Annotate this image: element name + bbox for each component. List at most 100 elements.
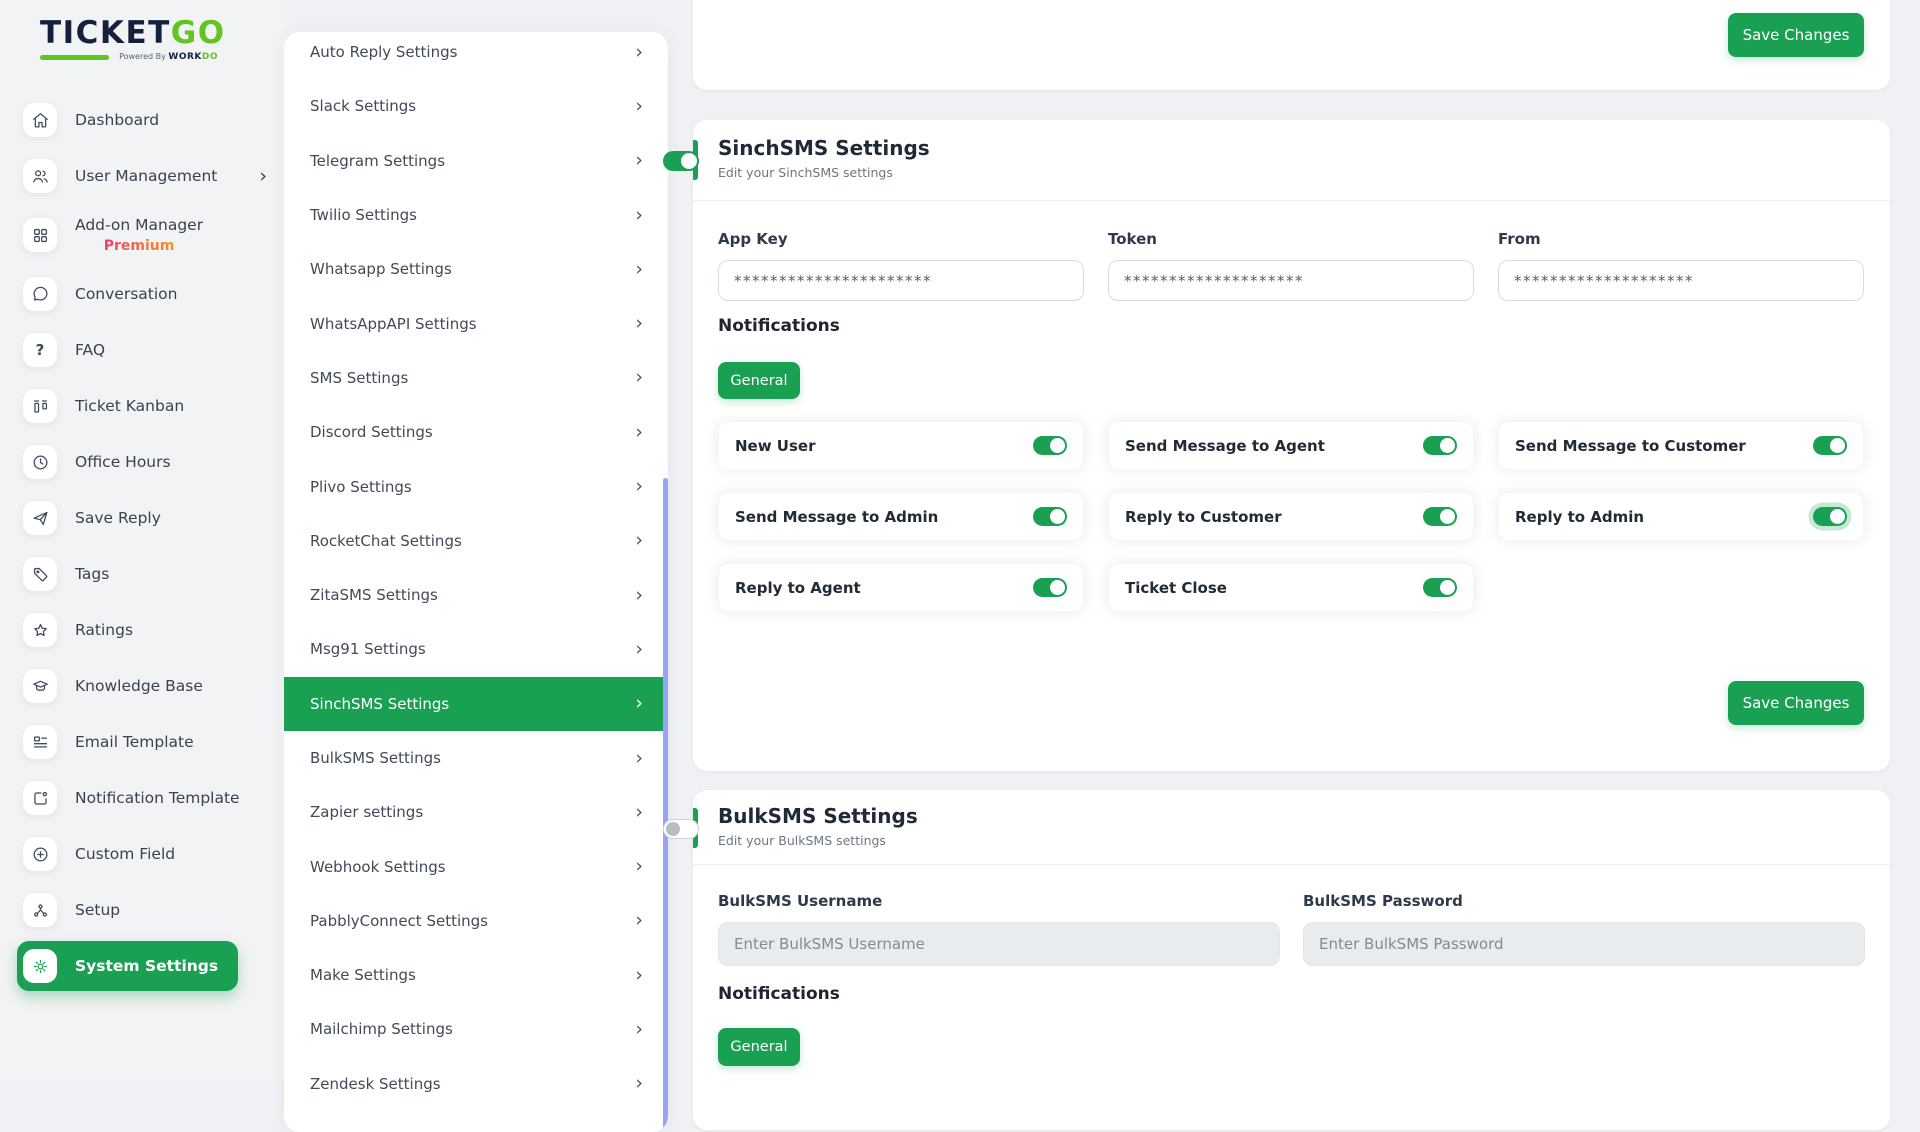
sidebar-item-addon-manager[interactable]: Add-on Manager Premium [0,204,284,266]
sinchsms-settings-card: SinchSMS Settings Edit your SinchSMS set… [693,120,1890,771]
sidebar-nav: Dashboard User Management › Add-on Manag… [0,92,284,994]
toggle-knob [1830,438,1845,453]
premium-badge: Premium [104,238,175,254]
settings-nav-label: Plivo Settings [310,478,412,496]
bulksms-settings-card: BulkSMS Settings Edit your BulkSMS setti… [693,790,1890,1130]
chat-bubble-icon [23,277,57,311]
gear-icon [23,949,57,983]
app-key-input[interactable] [718,260,1084,301]
toggle-label: Reply to Customer [1125,508,1282,526]
sidebar-item-ratings[interactable]: Ratings [0,602,284,658]
sidebar-item-knowledge-base[interactable]: Knowledge Base [0,658,284,714]
hub-icon [23,893,57,927]
save-changes-button[interactable]: Save Changes [1728,681,1864,725]
send-message-to-customer-toggle[interactable] [1813,436,1847,455]
sidebar-item-notification-template[interactable]: Notification Template [0,770,284,826]
settings-nav-panel: Auto Reply Settings› Slack Settings› Tel… [284,32,668,1132]
settings-nav-item-mailchimp[interactable]: Mailchimp Settings› [284,1002,668,1056]
reply-to-admin-toggle[interactable] [1813,507,1847,526]
sidebar-item-label: Email Template [75,733,194,751]
settings-nav-item-whatsappapi[interactable]: WhatsAppAPI Settings› [284,296,668,350]
sidebar-item-ticket-kanban[interactable]: Ticket Kanban [0,378,284,434]
sidebar-item-user-management[interactable]: User Management › [0,148,284,204]
chevron-right-icon: › [635,423,643,442]
sidebar-item-office-hours[interactable]: Office Hours [0,434,284,490]
sidebar-item-conversation[interactable]: Conversation [0,266,284,322]
sidebar-item-faq[interactable]: ? FAQ [0,322,284,378]
toggle-row-reply-to-admin: Reply to Admin [1498,492,1864,541]
settings-nav-item-webhook[interactable]: Webhook Settings› [284,839,668,893]
settings-nav-item-msg91[interactable]: Msg91 Settings › [284,622,668,676]
settings-nav-label: Make Settings [310,966,416,984]
sidebar-item-dashboard[interactable]: Dashboard [0,92,284,148]
card-title: SinchSMS Settings [718,136,930,160]
settings-nav-item-twilio[interactable]: Twilio Settings› [284,188,668,242]
app-logo[interactable]: TICKETGO Powered By WORKDO [0,0,284,92]
save-changes-button[interactable]: Save Changes [1728,13,1864,57]
ticket-close-toggle[interactable] [1423,578,1457,597]
settings-nav-item-zendesk[interactable]: Zendesk Settings› [284,1057,668,1111]
settings-nav-item-zitasms[interactable]: ZitaSMS Settings› [284,568,668,622]
settings-nav-item-whatsapp[interactable]: Whatsapp Settings› [284,242,668,296]
new-user-toggle[interactable] [1033,436,1067,455]
settings-nav-label: Twilio Settings [310,206,417,224]
settings-nav-label: SinchSMS Settings [310,695,449,713]
sinchsms-enabled-toggle[interactable] [663,151,699,171]
reply-to-agent-toggle[interactable] [1033,578,1067,597]
sidebar-item-custom-field[interactable]: Custom Field [0,826,284,882]
settings-nav-scrollbar[interactable] [663,478,668,1132]
general-tab-button[interactable]: General [718,362,800,399]
settings-nav-item-telegram[interactable]: Telegram Settings› [284,134,668,188]
chevron-right-icon: › [635,749,643,768]
settings-nav-item-sinchsms[interactable]: SinchSMS Settings› [284,677,668,731]
settings-nav-item-slack[interactable]: Slack Settings› [284,79,668,133]
bulksms-enabled-toggle[interactable] [663,819,699,839]
kanban-icon [23,389,57,423]
toggle-knob [1440,580,1455,595]
sidebar-item-label: Ratings [75,621,133,639]
bulksms-password-input[interactable] [1303,922,1865,966]
settings-nav-item-rocketchat[interactable]: RocketChat Settings› [284,514,668,568]
notification-toggles: New User Send Message to Agent Send Mess… [718,421,1864,612]
toggle-label: New User [735,437,816,455]
send-message-to-admin-toggle[interactable] [1033,507,1067,526]
toggle-knob [1050,580,1065,595]
settings-nav-item-zapier[interactable]: Zapier settings› [284,785,668,839]
sidebar-item-label: Dashboard [75,111,159,129]
send-message-to-agent-toggle[interactable] [1423,436,1457,455]
general-tab-button[interactable]: General [718,1028,800,1066]
settings-nav-item-bulksms[interactable]: BulkSMS Settings› [284,731,668,785]
settings-nav-item-sms[interactable]: SMS Settings› [284,351,668,405]
reply-to-customer-toggle[interactable] [1423,507,1457,526]
settings-nav-item-pabblyconnect[interactable]: PabblyConnect Settings› [284,894,668,948]
chevron-right-icon: › [635,314,643,333]
toggle-row-ticket-close: Ticket Close [1108,563,1474,612]
from-input[interactable] [1498,260,1864,301]
toggle-row-send-message-to-admin: Send Message to Admin [718,492,1084,541]
sidebar-item-save-reply[interactable]: Save Reply [0,490,284,546]
settings-nav-label: Msg91 Settings [310,640,426,658]
settings-nav-label: SMS Settings [310,369,408,387]
sidebar-item-tags[interactable]: Tags [0,546,284,602]
field-token: Token [1108,230,1474,301]
sidebar-item-label: Knowledge Base [75,677,203,695]
settings-nav-item-plivo[interactable]: Plivo Settings › [284,459,668,513]
powered-by: Powered By WORKDO [119,52,218,62]
sidebar-item-email-template[interactable]: Email Template [0,714,284,770]
chevron-right-icon: › [635,1074,643,1093]
sidebar-item-label: Conversation [75,285,177,303]
chevron-right-icon: › [635,477,643,496]
notifications-heading: Notifications [718,316,840,336]
clock-icon [23,445,57,479]
chevron-right-icon: › [635,531,643,550]
chevron-right-icon: › [635,640,643,659]
chevron-right-icon: › [635,586,643,605]
sidebar-item-label: Add-on Manager [75,216,203,234]
bulksms-username-input[interactable] [718,922,1280,966]
settings-nav-item-make[interactable]: Make Settings› [284,948,668,1002]
settings-nav-item-discord[interactable]: Discord Settings› [284,405,668,459]
sidebar-item-setup[interactable]: Setup [0,882,284,938]
token-input[interactable] [1108,260,1474,301]
settings-nav-item-auto-reply[interactable]: Auto Reply Settings› [284,32,668,79]
sidebar-item-system-settings[interactable]: System Settings [17,941,238,991]
